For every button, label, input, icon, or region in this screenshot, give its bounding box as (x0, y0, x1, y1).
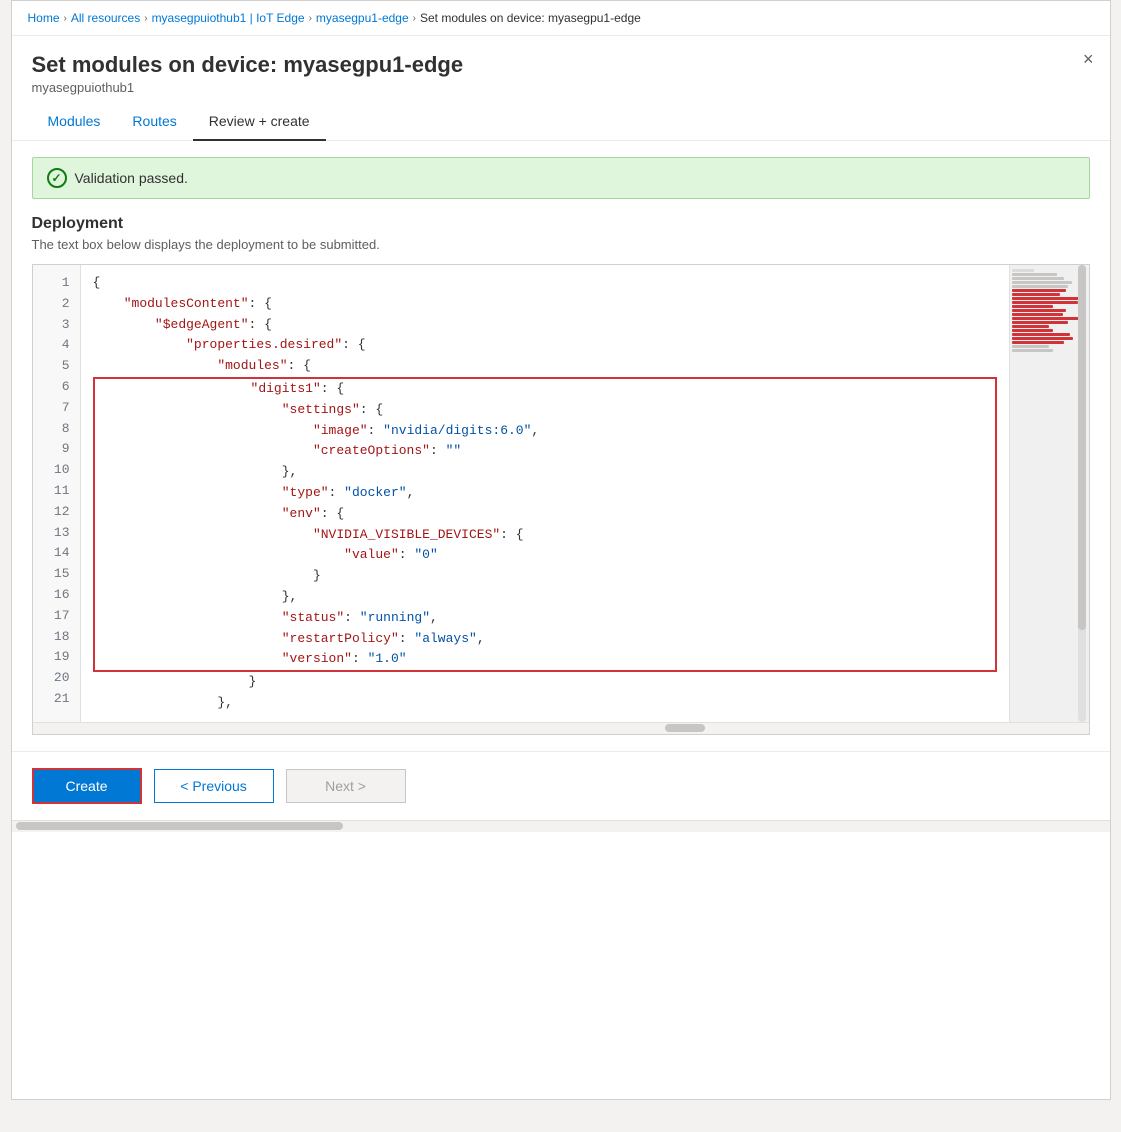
ln-15: 15 (33, 564, 80, 585)
code-line-1: { (93, 273, 1001, 294)
code-line-12: "env": { (95, 504, 995, 525)
editor-bottom-scrollbar[interactable] (33, 722, 1089, 734)
tab-modules[interactable]: Modules (32, 103, 117, 141)
deployment-section: Deployment The text box below displays t… (12, 215, 1110, 751)
ln-17: 17 (33, 606, 80, 627)
breadcrumb-sep-2: › (144, 13, 147, 24)
code-line-7: "settings": { (95, 400, 995, 421)
ln-7: 7 (33, 398, 80, 419)
code-line-4: "properties.desired": { (93, 335, 1001, 356)
ln-6: 6 (33, 377, 80, 398)
page-subtitle: myasegpuiothub1 (32, 80, 1090, 95)
breadcrumb-current: Set modules on device: myasegpu1-edge (420, 11, 641, 25)
create-button[interactable]: Create (32, 768, 142, 804)
ln-13: 13 (33, 523, 80, 544)
editor-bottom-scrollbar-thumb[interactable] (665, 724, 705, 732)
code-line-21: }, (93, 693, 1001, 714)
code-line-15: } (95, 566, 995, 587)
code-line-10: }, (95, 462, 995, 483)
code-line-3: "$edgeAgent": { (93, 315, 1001, 336)
page-title: Set modules on device: myasegpu1-edge (32, 52, 1090, 78)
line-numbers: 1 2 3 4 5 6 7 8 9 10 11 12 13 14 15 16 1 (33, 265, 81, 722)
ln-9: 9 (33, 439, 80, 460)
main-window: Home › All resources › myasegpuiothub1 |… (11, 0, 1111, 1100)
ln-2: 2 (33, 294, 80, 315)
breadcrumb-sep-4: › (413, 13, 416, 24)
editor-scrollbar-thumb[interactable] (1078, 265, 1086, 630)
footer-actions: Create < Previous Next > (12, 751, 1110, 820)
ln-19: 19 (33, 647, 80, 668)
tab-bar: Modules Routes Review + create (12, 103, 1110, 141)
code-line-8: "image": "nvidia/digits:6.0", (95, 421, 995, 442)
breadcrumb-home[interactable]: Home (28, 11, 60, 25)
code-line-9: "createOptions": "" (95, 441, 995, 462)
code-line-13: "NVIDIA_VISIBLE_DEVICES": { (95, 525, 995, 546)
code-line-2: "modulesContent": { (93, 294, 1001, 315)
ln-11: 11 (33, 481, 80, 502)
code-line-14: "value": "0" (95, 545, 995, 566)
next-button: Next > (286, 769, 406, 803)
code-line-17: "status": "running", (95, 608, 995, 629)
code-content[interactable]: { "modulesContent": { "$edgeAgent": { "p… (81, 265, 1009, 722)
breadcrumb-iot-edge[interactable]: myasegpuiothub1 | IoT Edge (152, 11, 305, 25)
page-header: Set modules on device: myasegpu1-edge my… (12, 36, 1110, 95)
ln-18: 18 (33, 627, 80, 648)
code-line-18: "restartPolicy": "always", (95, 629, 995, 650)
page-scrollbar-thumb[interactable] (16, 822, 343, 830)
ln-4: 4 (33, 335, 80, 356)
breadcrumb-sep-1: › (64, 13, 67, 24)
validation-check-icon (47, 168, 67, 188)
ln-3: 3 (33, 315, 80, 336)
breadcrumb-all-resources[interactable]: All resources (71, 11, 140, 25)
deployment-description: The text box below displays the deployme… (32, 237, 1090, 252)
validation-message: Validation passed. (75, 170, 188, 186)
code-line-19: "version": "1.0" (95, 649, 995, 670)
validation-banner: Validation passed. (32, 157, 1090, 199)
breadcrumb-device[interactable]: myasegpu1-edge (316, 11, 409, 25)
editor-scrollbar-track[interactable] (1078, 265, 1086, 722)
ln-8: 8 (33, 419, 80, 440)
code-line-20: } (93, 672, 1001, 693)
ln-5: 5 (33, 356, 80, 377)
minimap (1009, 265, 1089, 722)
close-button[interactable]: × (1083, 50, 1094, 68)
code-line-16: }, (95, 587, 995, 608)
code-editor[interactable]: 1 2 3 4 5 6 7 8 9 10 11 12 13 14 15 16 1 (32, 264, 1090, 735)
ln-1: 1 (33, 273, 80, 294)
highlight-box: "digits1": { "settings": { "image": "nvi… (93, 377, 997, 672)
ln-20: 20 (33, 668, 80, 689)
code-line-6: "digits1": { (95, 379, 995, 400)
ln-16: 16 (33, 585, 80, 606)
code-line-5: "modules": { (93, 356, 1001, 377)
ln-10: 10 (33, 460, 80, 481)
deployment-title: Deployment (32, 215, 1090, 233)
ln-21: 21 (33, 689, 80, 710)
ln-12: 12 (33, 502, 80, 523)
breadcrumb: Home › All resources › myasegpuiothub1 |… (12, 1, 1110, 36)
tab-routes[interactable]: Routes (116, 103, 192, 141)
code-line-11: "type": "docker", (95, 483, 995, 504)
ln-14: 14 (33, 543, 80, 564)
tab-review-create[interactable]: Review + create (193, 103, 326, 141)
page-scrollbar[interactable] (12, 820, 1110, 832)
breadcrumb-sep-3: › (309, 13, 312, 24)
previous-button[interactable]: < Previous (154, 769, 274, 803)
